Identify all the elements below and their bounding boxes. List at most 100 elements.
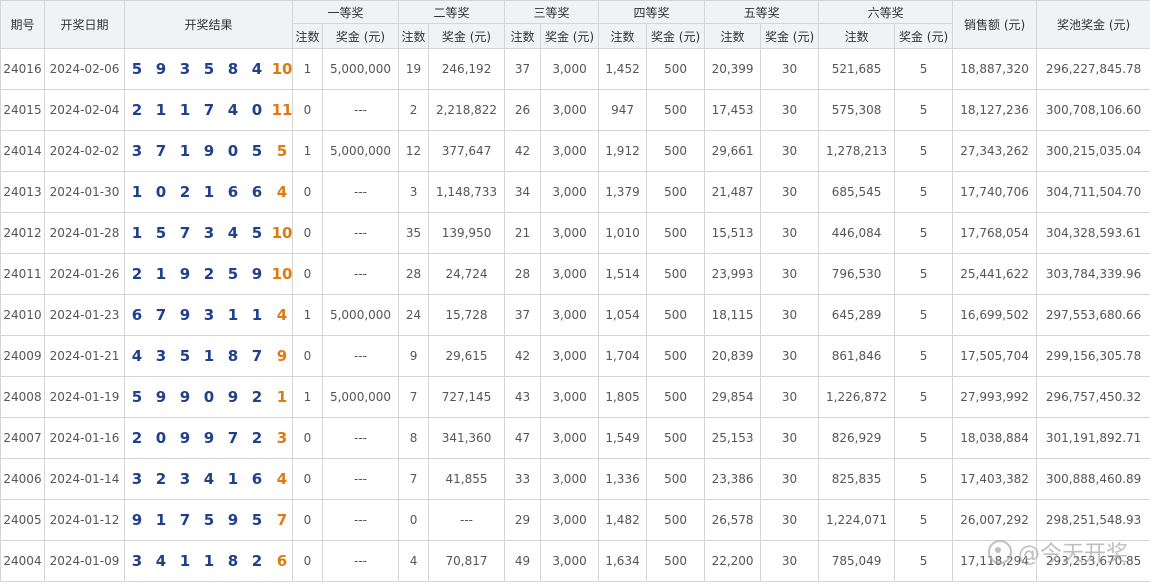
number-ball: 3 (131, 142, 143, 160)
pool-cell: 296,757,450.32 (1036, 376, 1150, 418)
prize3-count-cell: 34 (504, 171, 542, 213)
prize6-count-cell: 521,685 (818, 48, 896, 90)
prize1-amount-cell: --- (321, 335, 400, 377)
number-ball: 6 (131, 306, 143, 324)
col-header-prize6: 六等奖 (818, 0, 954, 24)
number-ball: 1 (131, 183, 143, 201)
result-cell: 6793114 (124, 294, 293, 336)
col-header-prize5: 五等奖 (704, 0, 820, 24)
prize1-amount-cell: 5,000,000 (321, 130, 400, 172)
period-cell: 24010 (0, 294, 45, 336)
number-ball: 5 (251, 224, 263, 242)
result-cell: 2 1 9 2 5 9 10 (124, 253, 293, 295)
prize6-amount-cell: 5 (894, 253, 954, 295)
prize5-amount-cell: 30 (760, 540, 820, 582)
col-header-date: 开奖日期 (44, 0, 125, 49)
prize3-amount-cell: 3,000 (540, 376, 600, 418)
special-number-ball: 6 (276, 552, 288, 570)
lottery-results-table: 期号 开奖日期 开奖结果 一等奖 二等奖 三等奖 四等奖 五等奖 六等奖 销售额… (0, 0, 1150, 582)
prize5-amount-cell: 30 (760, 499, 820, 541)
prize3-amount-cell: 3,000 (540, 253, 600, 295)
number-ball: 3 (203, 306, 215, 324)
number-ball: 3 (131, 552, 143, 570)
number-ball: 9 (203, 142, 215, 160)
prize1-amount-cell: --- (321, 540, 400, 582)
prize5-count-cell: 20,839 (704, 335, 762, 377)
prize1-count-cell: 0 (292, 89, 323, 131)
period-cell: 24012 (0, 212, 45, 254)
prize6-amount-cell: 5 (894, 130, 954, 172)
pool-cell: 303,784,339.96 (1036, 253, 1150, 295)
number-ball: 2 (251, 429, 263, 447)
prize5-count-cell: 25,153 (704, 417, 762, 459)
prize2-amount-cell: 70,817 (428, 540, 506, 582)
prize2-amount-cell: 246,192 (428, 48, 506, 90)
number-ball: 2 (251, 552, 263, 570)
number-ball: 2 (251, 388, 263, 406)
number-ball: 1 (155, 101, 167, 119)
number-ball: 7 (155, 142, 167, 160)
pool-cell: 304,711,504.70 (1036, 171, 1150, 213)
prize4-count-cell: 1,912 (598, 130, 648, 172)
prize3-amount-cell: 3,000 (540, 540, 600, 582)
table-row: 24011 2024-01-26 2 1 9 2 5 9 10 0 --- 28 24,724 28 3,0… (0, 253, 1150, 295)
col-header-prize2-count: 注数 (398, 23, 430, 49)
number-ball: 9 (179, 429, 191, 447)
prize6-amount-cell: 5 (894, 376, 954, 418)
prize6-amount-cell: 5 (894, 294, 954, 336)
col-header-result: 开奖结果 (124, 0, 293, 49)
number-ball: 7 (251, 347, 263, 365)
date-cell: 2024-01-19 (44, 376, 125, 418)
prize6-count-cell: 446,084 (818, 212, 896, 254)
watermark-text: @今天开奖 (1017, 542, 1128, 567)
prize2-amount-cell: 41,855 (428, 458, 506, 500)
table-row: 24015 2024-02-04 2 1 1 7 4 0 11 0 --- 2 2,218,822 26 3… (0, 89, 1150, 131)
number-ball: 0 (203, 388, 215, 406)
prize4-count-cell: 1,704 (598, 335, 648, 377)
special-number-ball: 3 (276, 429, 288, 447)
prize5-count-cell: 15,513 (704, 212, 762, 254)
prize4-amount-cell: 500 (646, 89, 706, 131)
prize6-count-cell: 645,289 (818, 294, 896, 336)
number-ball: 1 (203, 183, 215, 201)
sales-cell: 18,127,236 (952, 89, 1038, 131)
prize2-count-cell: 4 (398, 540, 430, 582)
prize3-amount-cell: 3,000 (540, 458, 600, 500)
sales-cell: 25,441,622 (952, 253, 1038, 295)
number-ball: 1 (179, 101, 191, 119)
table-row: 24009 2024-01-21 4 3 5 1 8 7 9 0 --- 9 29,615 42 3,000… (0, 335, 1150, 377)
prize6-amount-cell: 5 (894, 417, 954, 459)
prize5-count-cell: 29,854 (704, 376, 762, 418)
number-ball: 5 (131, 388, 143, 406)
period-cell: 24005 (0, 499, 45, 541)
pool-cell: 297,553,680.66 (1036, 294, 1150, 336)
prize1-amount-cell: --- (321, 212, 400, 254)
date-cell: 2024-01-23 (44, 294, 125, 336)
col-header-prize5-count: 注数 (704, 23, 762, 49)
number-ball: 8 (227, 60, 239, 78)
result-cell: 2 1 1 7 4 0 11 (124, 89, 293, 131)
number-ball: 7 (179, 511, 191, 529)
prize6-amount-cell: 5 (894, 540, 954, 582)
number-ball: 1 (155, 511, 167, 529)
special-number-ball: 7 (276, 511, 288, 529)
result-cell: 5990921 (124, 376, 293, 418)
prize5-amount-cell: 30 (760, 253, 820, 295)
prize5-amount-cell: 30 (760, 335, 820, 377)
period-cell: 24015 (0, 89, 45, 131)
col-header-prize1-amount: 奖金 (元) (321, 23, 400, 49)
special-number-ball: 1 (276, 388, 288, 406)
prize5-count-cell: 17,453 (704, 89, 762, 131)
number-ball: 9 (179, 265, 191, 283)
sales-cell: 17,740,706 (952, 171, 1038, 213)
special-number-ball: 9 (276, 347, 288, 365)
sales-cell: 27,343,262 (952, 130, 1038, 172)
number-ball: 4 (155, 552, 167, 570)
date-cell: 2024-01-28 (44, 212, 125, 254)
number-ball: 9 (227, 388, 239, 406)
prize5-amount-cell: 30 (760, 89, 820, 131)
prize3-amount-cell: 3,000 (540, 171, 600, 213)
sales-cell: 17,403,382 (952, 458, 1038, 500)
prize5-count-cell: 29,661 (704, 130, 762, 172)
number-ball: 7 (155, 306, 167, 324)
